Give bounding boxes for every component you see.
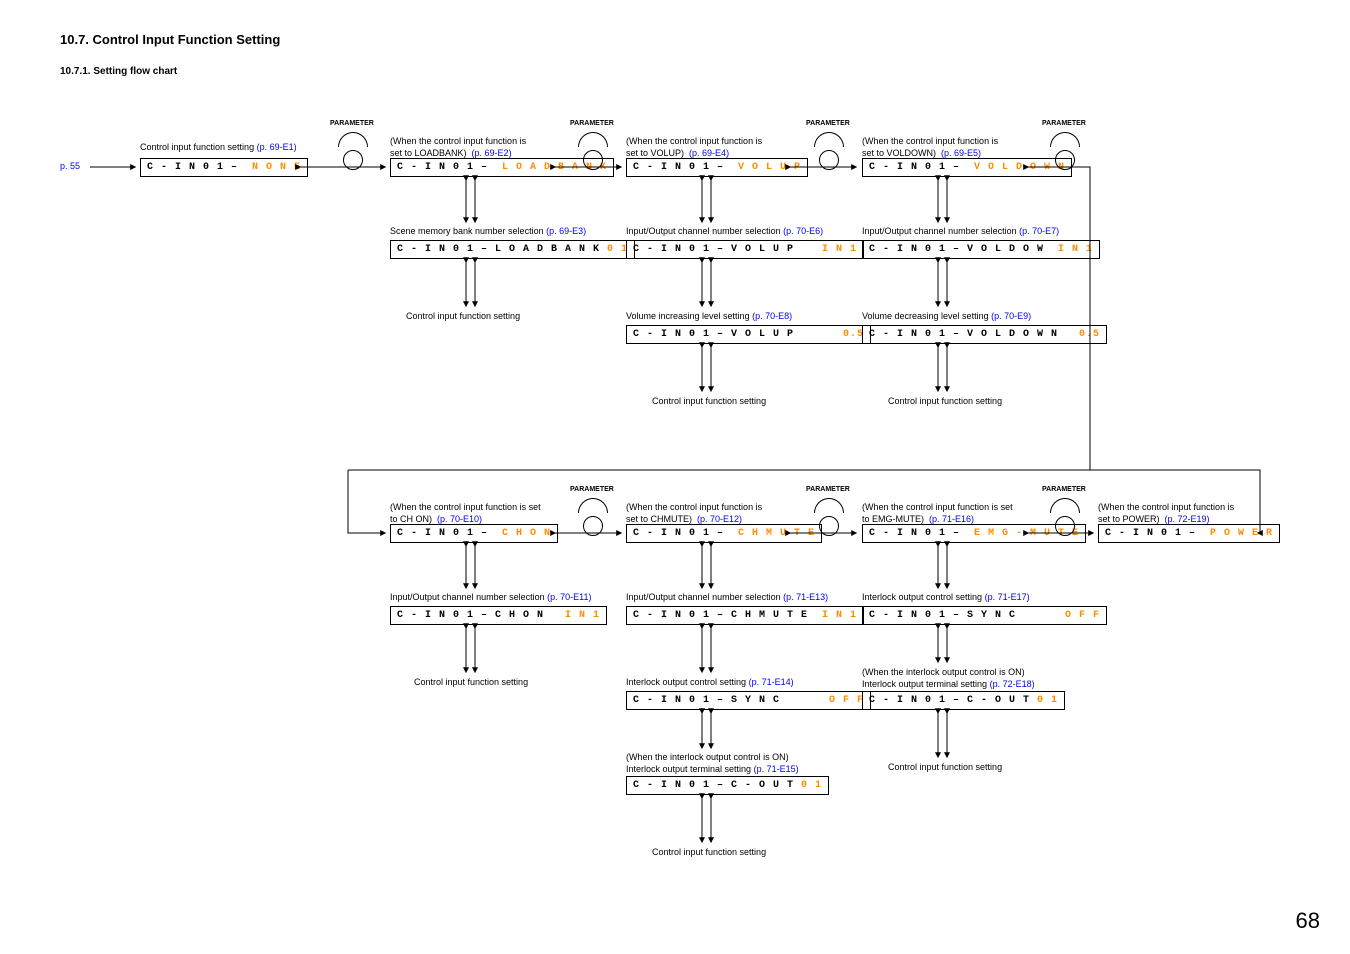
- connectors: [0, 0, 1350, 954]
